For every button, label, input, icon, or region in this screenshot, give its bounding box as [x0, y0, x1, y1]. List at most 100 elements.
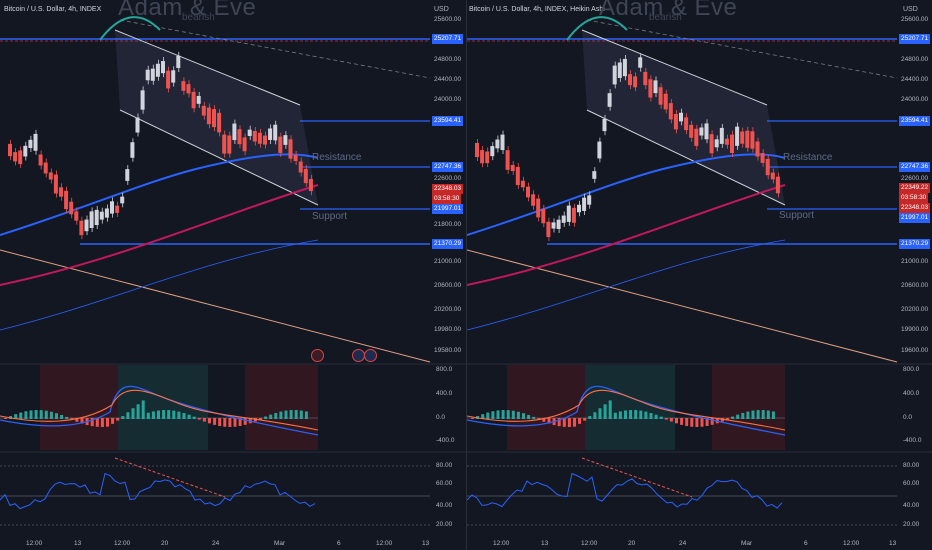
- rsi-trendline: [114, 457, 226, 498]
- price-tick: 25600.00: [434, 16, 462, 23]
- histogram-bar: [55, 413, 58, 419]
- histogram-bar: [756, 410, 760, 419]
- candle: [38, 154, 43, 166]
- histogram-bar: [659, 416, 663, 419]
- candle: [257, 132, 262, 144]
- candle: [587, 195, 592, 205]
- candle: [110, 201, 114, 214]
- candle: [551, 222, 556, 229]
- ma-line: [467, 239, 786, 331]
- histogram-bar: [618, 411, 622, 419]
- histogram-bar: [578, 418, 582, 424]
- flag-event-icon[interactable]: [364, 349, 377, 362]
- price-tick: 22600.00: [434, 175, 462, 182]
- x-label: 12:00: [493, 540, 510, 547]
- price-tick: 24800.00: [434, 56, 462, 63]
- candle: [602, 118, 607, 132]
- histogram-bar: [664, 418, 668, 420]
- histogram-bar: [131, 408, 135, 419]
- candle: [714, 139, 719, 148]
- histogram-bar: [766, 410, 770, 419]
- left-chart-canvas[interactable]: [0, 0, 466, 550]
- candle: [120, 196, 125, 204]
- candle: [760, 153, 765, 163]
- histogram-bar: [736, 414, 740, 419]
- candle: [308, 178, 313, 192]
- price-axis[interactable]: USD 25600.00 24800.00 24400.00 24000.00 …: [897, 0, 932, 550]
- candle: [64, 190, 69, 210]
- histogram-bar: [761, 410, 765, 419]
- left-chart-pane[interactable]: Bitcoin / U.S. Dollar, 4h, INDEX Adam & …: [0, 0, 466, 550]
- candle: [750, 131, 755, 149]
- candle: [201, 105, 206, 116]
- candle: [176, 55, 181, 68]
- candle: [628, 74, 632, 86]
- histogram-bar: [228, 418, 232, 427]
- histogram-bar: [172, 410, 176, 419]
- candle: [247, 129, 252, 137]
- histogram-bar: [60, 414, 64, 419]
- histogram-bar: [167, 410, 171, 419]
- osc-tick: 400.0: [903, 390, 920, 397]
- candle: [495, 139, 500, 149]
- last-price-tag: 22348.03: [432, 184, 464, 194]
- candle: [643, 71, 648, 86]
- candle: [227, 135, 232, 154]
- candle: [145, 69, 150, 81]
- candle: [745, 130, 750, 148]
- candle: [48, 172, 53, 180]
- trend-orange: [467, 249, 898, 363]
- candle: [740, 131, 745, 144]
- candle: [33, 133, 38, 151]
- histogram-bar: [634, 410, 638, 419]
- candle: [607, 93, 612, 107]
- x-label: 20: [628, 540, 636, 547]
- price-axis[interactable]: USD 25600.00 24800.00 24400.00 24000.00 …: [430, 0, 466, 550]
- candle: [191, 91, 196, 109]
- candle: [541, 208, 546, 224]
- histogram-bar: [223, 418, 227, 427]
- osc-tick: -400.0: [903, 437, 922, 444]
- flash-icon[interactable]: [311, 349, 324, 362]
- rsi-tick: 20.00: [436, 521, 453, 528]
- rsi-line: [0, 472, 316, 510]
- right-chart-canvas[interactable]: [467, 0, 932, 550]
- candle: [730, 134, 734, 153]
- candle: [577, 204, 581, 213]
- candle: [571, 207, 576, 223]
- x-label: 12:00: [843, 540, 860, 547]
- rsi-trendline: [581, 457, 693, 498]
- candle: [283, 135, 288, 145]
- candle: [546, 221, 551, 237]
- right-chart-pane[interactable]: Bitcoin / U.S. Dollar, 4h, INDEX, Heikin…: [466, 0, 932, 550]
- histogram-bar: [741, 412, 745, 419]
- candle: [13, 152, 18, 162]
- candle: [28, 139, 33, 149]
- rsi-tick: 60.00: [903, 480, 920, 487]
- x-label: 12:00: [581, 540, 598, 547]
- histogram-bar: [771, 411, 775, 419]
- histogram-bar: [639, 410, 643, 419]
- histogram-bar: [593, 412, 597, 419]
- candle: [217, 112, 222, 133]
- histogram-bar: [197, 418, 201, 420]
- candle: [704, 123, 709, 140]
- candle: [689, 124, 694, 138]
- rsi-tick: 40.00: [903, 502, 920, 509]
- osc-tick: 0.0: [436, 414, 446, 421]
- x-label: 24: [212, 540, 220, 547]
- histogram-bar: [121, 416, 125, 419]
- price-tick: 24800.00: [901, 56, 929, 63]
- rsi-tick: 60.00: [436, 480, 453, 487]
- price-tag: 23594.41: [432, 116, 464, 126]
- histogram-bar: [19, 412, 23, 419]
- candle: [673, 114, 678, 130]
- candle: [485, 151, 490, 164]
- histogram-bar: [501, 410, 505, 419]
- histogram-bar: [471, 418, 474, 419]
- candle: [500, 134, 505, 151]
- candle: [536, 198, 541, 218]
- candle: [99, 211, 104, 220]
- candle: [622, 58, 627, 77]
- candle: [181, 81, 186, 91]
